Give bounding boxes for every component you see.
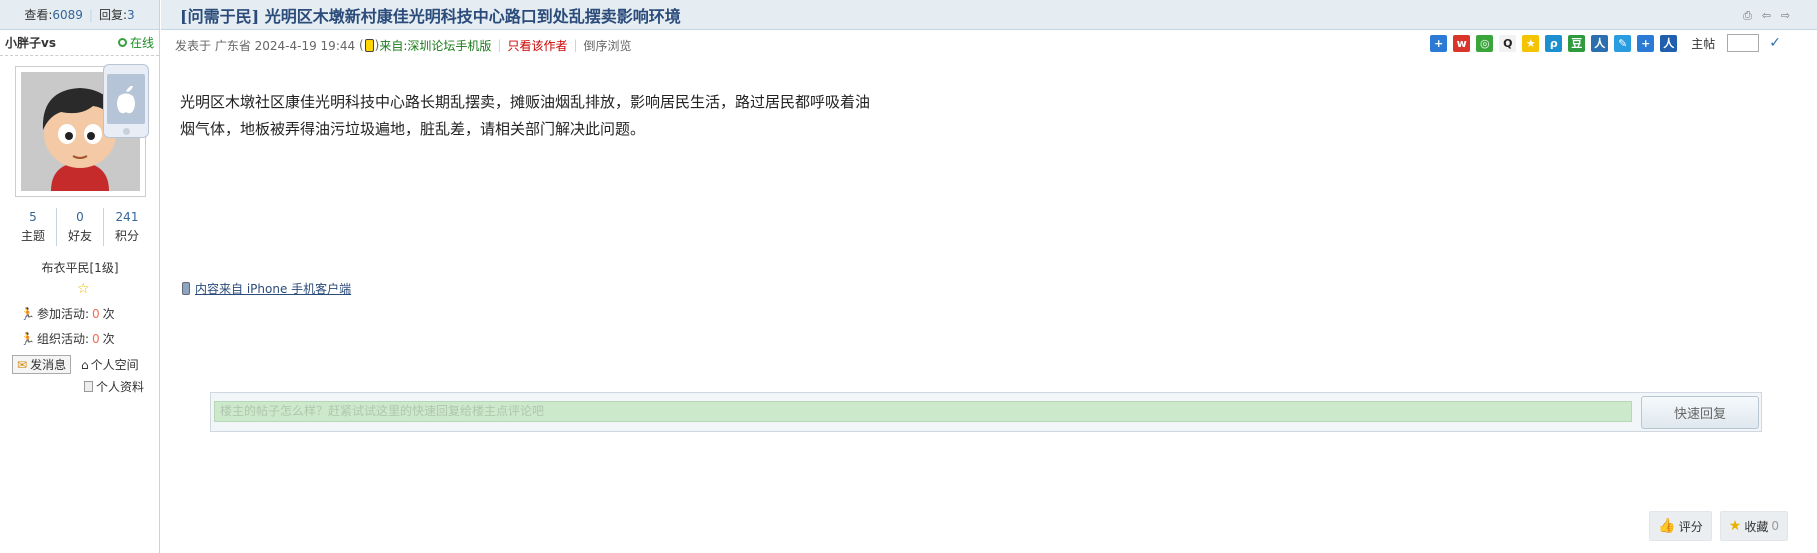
- print-icon[interactable]: ⎙: [1741, 9, 1754, 22]
- rate-button[interactable]: 👍 评分: [1649, 511, 1712, 541]
- profile-icon[interactable]: 人: [1660, 34, 1678, 52]
- divider: |: [497, 38, 502, 52]
- quick-reply-box: 楼主的帖子怎么样？赶紧试试这里的快速回复给楼主点评论吧 快速回复: [210, 392, 1762, 432]
- author-counts: 5 主题 0 好友 241 积分: [10, 208, 150, 246]
- tencent-weibo-icon[interactable]: ρ: [1545, 34, 1563, 52]
- share-toolbar: + w ◎ Q ★ ρ 豆 人 ✎ + 人 主帖 ✓: [1430, 34, 1781, 52]
- personal-profile-link[interactable]: 个人资料: [84, 378, 144, 395]
- from-source-link[interactable]: 深圳论坛手机版: [407, 37, 491, 54]
- post-title[interactable]: [问需于民] 光明区木墩新村康佳光明科技中心路口到处乱摆卖影响环境: [180, 3, 681, 27]
- thread-stats: 查看: 6089 | 回复: 3: [0, 0, 159, 30]
- divider: |: [88, 7, 93, 22]
- count-value: 0: [76, 210, 84, 224]
- author-name[interactable]: 小胖子vs: [5, 34, 56, 51]
- star-icon: ★: [1728, 518, 1742, 534]
- iphone-client-badge-icon: [103, 64, 149, 138]
- divider: |: [573, 38, 578, 52]
- post-title-bar: [问需于民] 光明区木墩新村康佳光明科技中心路口到处乱摆卖影响环境: [161, 0, 1817, 30]
- rate-label: 评分: [1678, 519, 1703, 534]
- forum-thread-page: 查看: 6089 | 回复: 3 小胖子vs 在线 5 主题 0 好友 241 …: [0, 0, 1817, 553]
- phone-screen: [107, 74, 145, 124]
- envelope-icon: ✉: [17, 357, 28, 372]
- apple-logo-icon: [117, 85, 135, 114]
- jump-go-icon[interactable]: ✓: [1769, 35, 1781, 51]
- reverse-browse-link[interactable]: 倒序浏览: [584, 37, 632, 54]
- activity-joined: 🏃 参加活动: 0 次: [20, 305, 115, 322]
- prev-thread-icon[interactable]: ⇦: [1760, 9, 1773, 22]
- views-count: 6089: [52, 7, 83, 22]
- post-content-line: 光明区木墩社区康佳光明科技中心路长期乱摆卖，摊贩油烟乱排放，影响居民生活，路过居…: [180, 93, 871, 111]
- douban-icon[interactable]: 豆: [1568, 34, 1586, 52]
- author-panel: 查看: 6089 | 回复: 3 小胖子vs 在线 5 主题 0 好友 241 …: [0, 0, 160, 553]
- count-value: 5: [29, 210, 37, 224]
- qq-icon[interactable]: Q: [1499, 34, 1517, 52]
- quick-reply-input[interactable]: 楼主的帖子怎么样？赶紧试试这里的快速回复给楼主点评论吧: [214, 401, 1632, 422]
- send-message-button[interactable]: ✉ 发消息: [12, 355, 72, 374]
- runner-icon: 🏃: [20, 306, 35, 321]
- activity-organized-count: 0: [92, 331, 100, 346]
- count-value: 241: [115, 210, 139, 224]
- count-points[interactable]: 241 积分: [104, 208, 150, 246]
- only-author-link[interactable]: 只看该作者: [507, 37, 567, 54]
- mobile-phone-icon: [182, 282, 190, 295]
- favorite-label: 收藏: [1744, 519, 1769, 534]
- online-icon: [117, 38, 127, 47]
- activity-organized-label: 组织活动:: [36, 332, 89, 346]
- level-star-icon: ☆: [77, 281, 90, 297]
- weibo-icon[interactable]: w: [1453, 34, 1471, 52]
- post-source: 内容来自 iPhone 手机客户端: [182, 280, 351, 297]
- qzone-icon[interactable]: ★: [1522, 34, 1540, 52]
- personal-profile-label: 个人资料: [96, 380, 145, 394]
- views-label: 查看:: [24, 8, 53, 22]
- user-level[interactable]: 布衣平民[1级]: [0, 259, 160, 276]
- activity-joined-count: 0: [92, 306, 100, 321]
- count-label: 好友: [67, 229, 92, 243]
- post-content: 光明区木墩社区康佳光明科技中心路长期乱摆卖，摊贩油烟乱排放，影响居民生活，路过居…: [180, 89, 940, 143]
- activity-organized: 🏃 组织活动: 0 次: [20, 330, 115, 347]
- count-friends[interactable]: 0 好友: [57, 208, 104, 246]
- edit-icon[interactable]: ✎: [1614, 34, 1632, 52]
- floor-jump-input[interactable]: [1727, 34, 1760, 52]
- count-topics[interactable]: 5 主题: [10, 208, 57, 246]
- runner-icon: 🏃: [20, 331, 35, 346]
- author-row: 小胖子vs 在线: [0, 30, 159, 56]
- personal-space-link[interactable]: ⌂ 个人空间: [81, 356, 139, 373]
- add-icon[interactable]: +: [1430, 34, 1448, 52]
- wechat-icon[interactable]: ◎: [1476, 34, 1494, 52]
- post-actions: 👍 评分 ★ 收藏 0: [1649, 511, 1788, 541]
- favorite-button[interactable]: ★ 收藏 0: [1719, 511, 1788, 541]
- quick-reply-button[interactable]: 快速回复: [1641, 396, 1759, 429]
- online-status-text: 在线: [129, 36, 154, 50]
- from-label: 来自:: [379, 38, 408, 53]
- send-message-label: 发消息: [30, 358, 67, 372]
- personal-space-label: 个人空间: [90, 358, 139, 372]
- replies-label: 回复:: [98, 8, 128, 22]
- post-content-line: 烟气体，地板被弄得油污垃圾遍地，脏乱差，请相关部门解决此问题。: [180, 120, 646, 138]
- next-thread-icon[interactable]: ⇨: [1779, 9, 1792, 22]
- open-paren: (: [355, 38, 364, 52]
- count-label: 积分: [114, 229, 139, 243]
- favorite-count: 0: [1771, 519, 1779, 533]
- thumbs-up-icon: 👍: [1658, 518, 1676, 534]
- plus-icon[interactable]: +: [1637, 34, 1655, 52]
- iphone-client-link[interactable]: 内容来自 iPhone 手机客户端: [195, 280, 351, 297]
- count-label: 主题: [20, 229, 45, 243]
- post-panel: [问需于民] 光明区木墩新村康佳光明科技中心路口到处乱摆卖影响环境 ⎙ ⇦ ⇨ …: [161, 0, 1817, 553]
- main-post-label: 主帖: [1691, 36, 1716, 51]
- mobile-icon: [364, 38, 374, 52]
- phone-home-button: [123, 128, 130, 135]
- profile-doc-icon: [84, 381, 93, 392]
- times-unit: 次: [102, 307, 115, 321]
- online-status: 在线: [117, 34, 154, 51]
- home-icon: ⌂: [81, 357, 89, 372]
- title-tools: ⎙ ⇦ ⇨: [1741, 9, 1792, 22]
- posted-info: 发表于 广东省 2024-4-19 19:44: [175, 38, 356, 53]
- renren-icon[interactable]: 人: [1591, 34, 1609, 52]
- replies-count: 3: [127, 7, 135, 22]
- times-unit: 次: [102, 332, 115, 346]
- activity-joined-label: 参加活动:: [36, 307, 89, 321]
